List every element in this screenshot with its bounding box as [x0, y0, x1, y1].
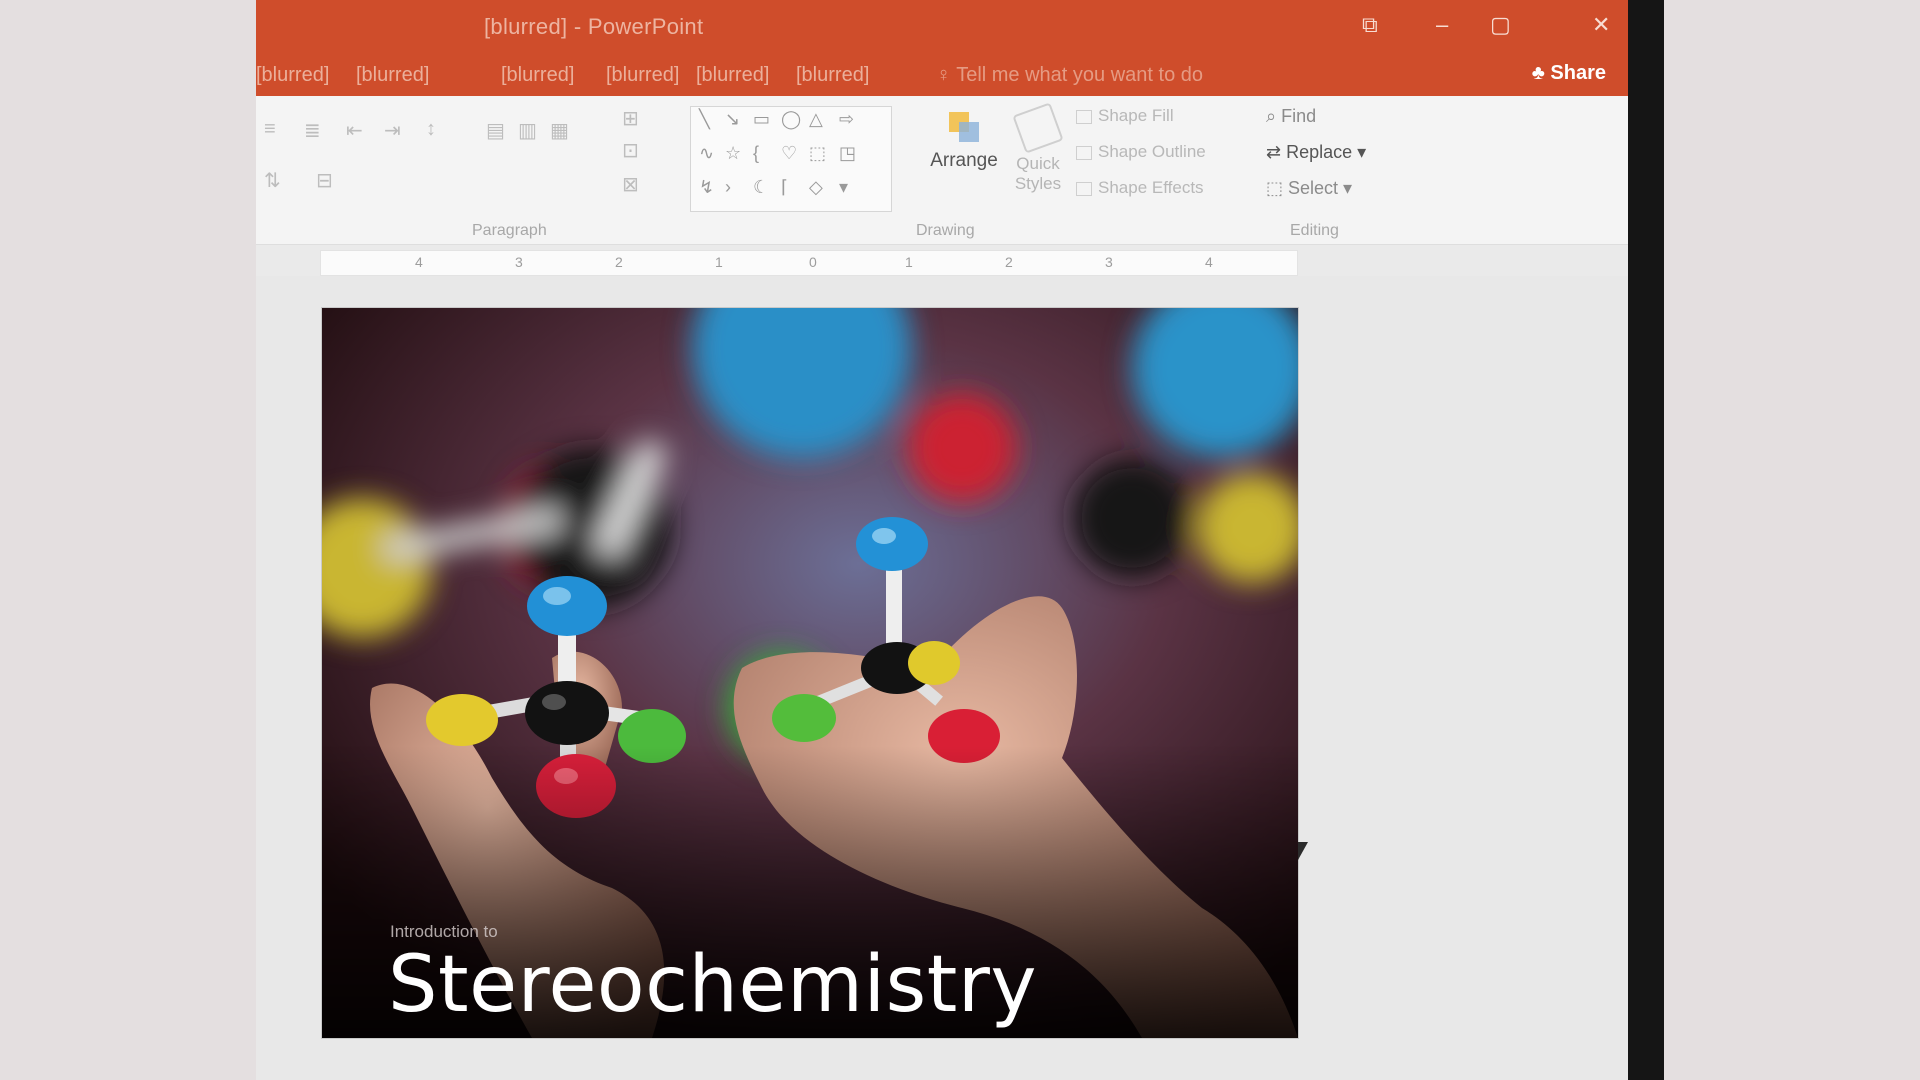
tab-abbyy[interactable]: [blurred]	[696, 64, 769, 87]
window-title: [blurred] - PowerPoint	[484, 14, 704, 39]
shape-outline-button[interactable]: Shape Outline	[1076, 142, 1206, 162]
ruler-tick: 3	[515, 254, 523, 270]
tab-foxit-pdf[interactable]: [blurred]	[796, 64, 869, 87]
maximize-button[interactable]: ▢	[1490, 12, 1511, 38]
shape-fill-label: Shape Fill	[1098, 106, 1174, 125]
shape-outline-icon	[1076, 145, 1092, 160]
decrease-indent-icon[interactable]: ⇤	[346, 118, 363, 143]
diamond-shape-icon[interactable]: ◇	[809, 177, 823, 198]
quick-styles-icon	[1012, 102, 1064, 154]
increase-indent-icon[interactable]: ⇥	[384, 118, 401, 143]
align-text-icon[interactable]: ⊟	[316, 168, 333, 193]
select-label: Select	[1288, 178, 1339, 198]
moon-shape-icon[interactable]: ☾	[753, 177, 769, 198]
callout-shape-icon[interactable]: ◳	[839, 143, 856, 164]
quick-styles-label: Quick Styles	[1014, 154, 1062, 193]
chevron-shape-icon[interactable]: ›	[725, 177, 731, 198]
ruler-tick: 3	[1105, 254, 1113, 270]
bracket-shape-icon[interactable]: ⌈	[781, 177, 788, 198]
editing-group-label: Editing	[1290, 222, 1339, 239]
align-center-icon[interactable]: ▥	[518, 118, 537, 143]
slide-editing-area: Introduction to Stereochemistry	[256, 276, 1628, 1080]
share-button[interactable]: ♣ Share	[1532, 62, 1606, 85]
ruler-tick: 0	[809, 254, 817, 270]
rectangle-shape-icon[interactable]: ▭	[753, 109, 770, 130]
smartart-icon[interactable]: ⊞	[622, 106, 639, 131]
select-icon: ⬚	[1266, 178, 1289, 198]
ribbon: ≡ ≣ ⇤ ⇥ ↕ ▤ ▥ ▦ ⇅ ⊟ ⊞ ⊡ ⊠ Paragraph ╲ ↘ …	[256, 96, 1628, 245]
shape-effects-button[interactable]: Shape Effects	[1076, 178, 1204, 198]
ribbon-display-options-icon[interactable]: ⧉	[1362, 12, 1378, 38]
arrange-button[interactable]: Arrange	[924, 104, 1004, 214]
freeform-shape-icon[interactable]: ↯	[699, 177, 714, 198]
more-shapes-icon[interactable]: ▾	[839, 177, 848, 198]
arrange-icon	[947, 108, 981, 142]
horizontal-ruler[interactable]: 4 3 2 1 0 1 2 3 4	[320, 250, 1298, 276]
shape-effects-icon	[1076, 181, 1092, 196]
find-label: Find	[1281, 106, 1317, 126]
ruler-tick: 2	[615, 254, 623, 270]
tab-view[interactable]: [blurred]	[606, 64, 679, 87]
slide-title: Stereochemistry	[388, 940, 1038, 1030]
ribbon-tabs: [blurred] [blurred] [blurred] [blurred] …	[256, 56, 1628, 96]
arrow-shape-icon[interactable]: ↘	[725, 109, 740, 130]
mouse-cursor-icon	[1298, 842, 1312, 868]
triangle-shape-icon[interactable]: △	[809, 109, 823, 130]
powerpoint-window: [blurred] - PowerPoint ⧉ – ▢ ✕ [blurred]…	[256, 0, 1628, 1080]
find-icon: ⌕	[1266, 106, 1282, 126]
shape-effects-label: Shape Effects	[1098, 178, 1204, 197]
title-bar: [blurred] - PowerPoint ⧉ – ▢ ✕	[256, 0, 1628, 56]
oval-shape-icon[interactable]: ◯	[781, 109, 801, 130]
bullets-icon[interactable]: ≡	[264, 118, 276, 141]
tab-animations[interactable]: [blurred]	[256, 64, 329, 87]
window-edge	[1628, 0, 1664, 1080]
ruler-tick: 1	[905, 254, 913, 270]
heart-shape-icon[interactable]: ♡	[781, 143, 797, 164]
shape-fill-button[interactable]: Shape Fill	[1076, 106, 1174, 126]
right-arrow-shape-icon[interactable]: ⇨	[839, 109, 854, 130]
shape-outline-label: Shape Outline	[1098, 142, 1206, 161]
replace-icon: ⇄	[1266, 142, 1287, 162]
columns-icon[interactable]: ▦	[550, 118, 569, 143]
ruler-tick: 1	[715, 254, 723, 270]
brace-shape-icon[interactable]: {	[753, 143, 759, 164]
cube-shape-icon[interactable]: ⬚	[809, 143, 826, 164]
line-shape-icon[interactable]: ╲	[699, 109, 710, 130]
quick-styles-button[interactable]: Quick Styles	[1008, 102, 1068, 214]
convert-icon[interactable]: ⊠	[622, 172, 639, 197]
align-left-icon[interactable]: ▤	[486, 118, 505, 143]
numbering-icon[interactable]: ≣	[304, 118, 321, 143]
tell-me-search[interactable]: ♀ Tell me what you want to do	[936, 64, 1203, 87]
text-box-icon[interactable]: ⊡	[622, 138, 639, 163]
tab-review[interactable]: [blurred]	[501, 64, 574, 87]
close-button[interactable]: ✕	[1592, 12, 1610, 38]
curve-shape-icon[interactable]: ∿	[699, 143, 714, 164]
ruler-tick: 4	[1205, 254, 1213, 270]
paragraph-group-label: Paragraph	[472, 222, 547, 239]
shape-fill-icon	[1076, 109, 1092, 124]
arrange-label: Arrange	[930, 150, 998, 171]
ruler-tick: 2	[1005, 254, 1013, 270]
ruler-tick: 4	[415, 254, 423, 270]
line-spacing-icon[interactable]: ↕	[426, 118, 436, 141]
slide-canvas[interactable]: Introduction to Stereochemistry	[322, 308, 1298, 1038]
tab-slide-show[interactable]: [blurred]	[356, 64, 429, 87]
find-button[interactable]: ⌕ Find	[1266, 106, 1316, 127]
text-direction-icon[interactable]: ⇅	[264, 168, 281, 193]
select-button[interactable]: ⬚ Select ▾	[1266, 178, 1352, 199]
slide-kicker-text: Introduction to	[390, 922, 498, 941]
star-shape-icon[interactable]: ☆	[725, 143, 741, 164]
replace-button[interactable]: ⇄ Replace ▾	[1266, 142, 1366, 163]
drawing-group-label: Drawing	[916, 222, 975, 239]
minimize-button[interactable]: –	[1436, 12, 1448, 38]
shapes-gallery[interactable]: ╲ ↘ ▭ ◯ △ ⇨ ∿ ☆ { ♡ ⬚ ◳ ↯ › ☾ ⌈ ◇ ▾	[690, 106, 892, 212]
replace-label: Replace	[1286, 142, 1353, 162]
